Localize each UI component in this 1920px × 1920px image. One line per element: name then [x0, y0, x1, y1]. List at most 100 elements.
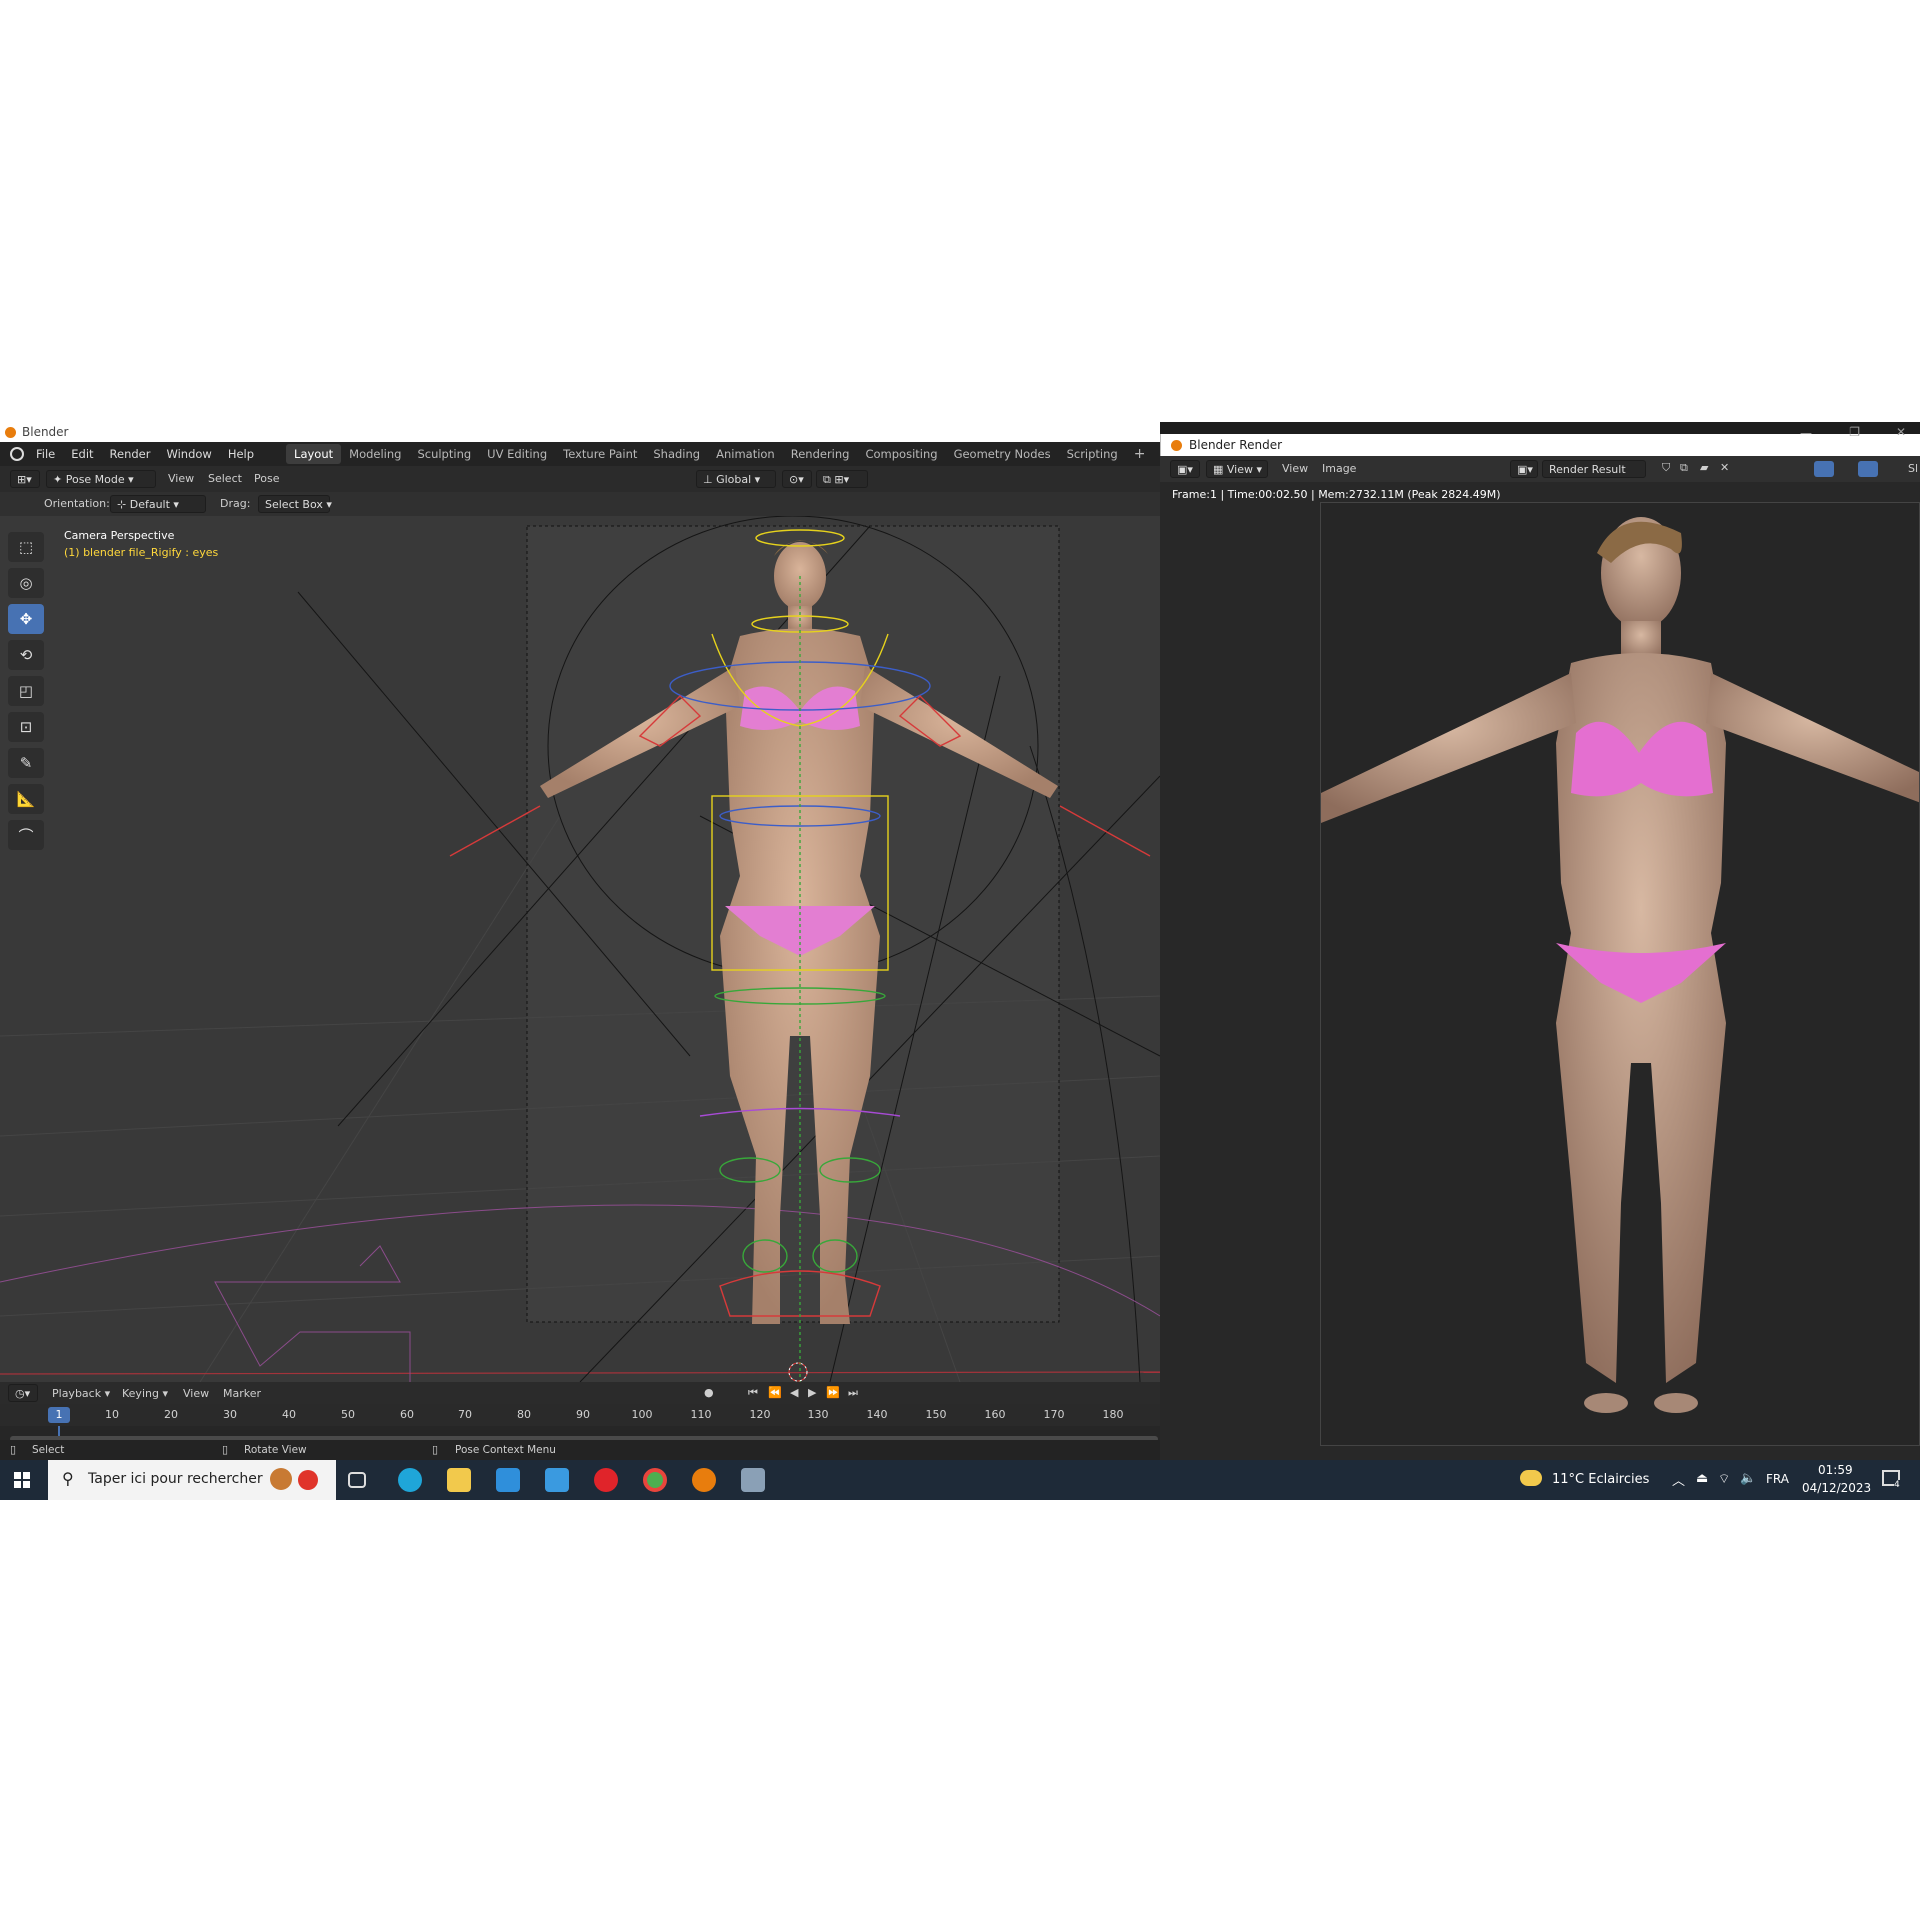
- menu-window[interactable]: Window: [162, 447, 215, 461]
- file-explorer-icon[interactable]: [447, 1468, 471, 1492]
- jump-start-icon[interactable]: ⏮: [748, 1386, 758, 1400]
- play-icon[interactable]: ▶: [808, 1386, 816, 1399]
- blender-main-window: Blender File Edit Render Window Help Lay…: [0, 422, 1160, 1460]
- timeline-menu-view[interactable]: View: [183, 1387, 209, 1400]
- blender-menu-icon[interactable]: [10, 447, 24, 461]
- orientation-label: Global: [716, 473, 752, 486]
- taskbar-search-box[interactable]: ⚲ Taper ici pour rechercher: [48, 1460, 336, 1500]
- unlink-icon[interactable]: ✕: [1720, 461, 1729, 474]
- editor-type-dropdown[interactable]: ⊞▾: [10, 470, 40, 488]
- usb-icon[interactable]: ⏏: [1696, 1471, 1708, 1486]
- edge-browser-icon[interactable]: [398, 1468, 422, 1492]
- timeline-menu-marker[interactable]: Marker: [223, 1387, 261, 1400]
- jump-keyframe-back-icon[interactable]: ⏪: [768, 1386, 782, 1399]
- tab-rendering[interactable]: Rendering: [783, 444, 858, 464]
- blender-logo-icon: [5, 427, 16, 438]
- tab-shading[interactable]: Shading: [645, 444, 708, 464]
- tab-scripting[interactable]: Scripting: [1059, 444, 1126, 464]
- viewport-scene: [0, 516, 1160, 1382]
- opera-icon[interactable]: [594, 1468, 618, 1492]
- start-windows-icon[interactable]: [14, 1472, 30, 1488]
- image-editor-type-dropdown[interactable]: ▣▾: [1170, 460, 1200, 478]
- menu-render[interactable]: Render: [106, 447, 155, 461]
- timeline-menu-playback[interactable]: Playback ▾: [52, 1387, 110, 1400]
- mail-icon[interactable]: [545, 1468, 569, 1492]
- image-name-field[interactable]: Render Result: [1542, 460, 1646, 478]
- tab-geometry-nodes[interactable]: Geometry Nodes: [946, 444, 1059, 464]
- store-icon[interactable]: [496, 1468, 520, 1492]
- tab-uv-editing[interactable]: UV Editing: [479, 444, 555, 464]
- blender-taskbar-icon[interactable]: [692, 1468, 716, 1492]
- tab-modeling[interactable]: Modeling: [341, 444, 409, 464]
- clock-date[interactable]: 04/12/2023: [1802, 1481, 1871, 1495]
- add-workspace-button[interactable]: +: [1126, 443, 1154, 465]
- render-result-image[interactable]: [1320, 502, 1920, 1446]
- rotate-tool-icon[interactable]: ⟲: [8, 640, 44, 670]
- timeline-menu-keying[interactable]: Keying ▾: [122, 1387, 168, 1400]
- jump-keyframe-forward-icon[interactable]: ⏩: [826, 1386, 840, 1399]
- tab-sculpting[interactable]: Sculpting: [409, 444, 479, 464]
- jump-end-icon[interactable]: ⏭: [848, 1386, 858, 1400]
- orientation-dropdown[interactable]: ⊹ Default ▾: [110, 495, 206, 513]
- header-menu-view[interactable]: View: [168, 472, 194, 485]
- notification-count-badge: 4: [1894, 1480, 1900, 1490]
- maximize-icon[interactable]: ❐: [1849, 425, 1860, 439]
- menu-help[interactable]: Help: [224, 447, 258, 461]
- measure-tool-icon[interactable]: 📐: [8, 784, 44, 814]
- frame-ruler[interactable]: 1 10 20 30 40 50 60 70 80 90 100 110 120…: [0, 1404, 1160, 1426]
- tab-compositing[interactable]: Compositing: [857, 444, 945, 464]
- drag-dropdown[interactable]: Select Box ▾: [258, 495, 332, 513]
- cursor-tool-icon[interactable]: ◎: [8, 568, 44, 598]
- new-image-icon[interactable]: ⧉: [1680, 461, 1688, 475]
- current-frame-indicator[interactable]: 1: [48, 1407, 70, 1423]
- select-box-tool-icon[interactable]: ⬚: [8, 532, 44, 562]
- chrome-icon[interactable]: [643, 1468, 667, 1492]
- weather-text[interactable]: 11°C Eclaircies: [1552, 1472, 1649, 1487]
- blender-render-taskbar-icon[interactable]: [741, 1468, 765, 1492]
- frame-tick: 130: [807, 1408, 829, 1421]
- search-icon: ⚲: [62, 1469, 74, 1488]
- transform-tool-icon[interactable]: ⊡: [8, 712, 44, 742]
- tray-chevron-up-icon[interactable]: ︿: [1672, 1470, 1685, 1489]
- task-view-icon[interactable]: [348, 1472, 366, 1488]
- menu-file[interactable]: File: [32, 447, 59, 461]
- frame-tick: 10: [105, 1408, 119, 1421]
- snap-toggle[interactable]: ⧉ ⊞▾: [816, 470, 868, 488]
- render-menu-view[interactable]: View: [1282, 462, 1308, 475]
- minimize-icon[interactable]: —: [1800, 426, 1812, 440]
- record-button[interactable]: ●: [704, 1386, 714, 1399]
- fake-user-icon[interactable]: ⛉: [1662, 461, 1670, 475]
- menu-edit[interactable]: Edit: [67, 447, 97, 461]
- close-icon[interactable]: ✕: [1896, 425, 1906, 439]
- annotate-tool-icon[interactable]: ✎: [8, 748, 44, 778]
- 3d-viewport[interactable]: ⬚ ◎ ✥ ⟲ ◰ ⊡ ✎ 📐 ⌒ Camera Perspective (1)…: [0, 516, 1160, 1382]
- play-reverse-icon[interactable]: ◀: [790, 1386, 798, 1399]
- search-placeholder: Taper ici pour rechercher: [88, 1471, 263, 1487]
- header-menu-pose[interactable]: Pose: [254, 472, 279, 485]
- overlay-toggle-button[interactable]: [1858, 461, 1878, 477]
- timeline-editor-type-dropdown[interactable]: ◷▾: [8, 1384, 38, 1402]
- move-tool-icon[interactable]: ✥: [8, 604, 44, 634]
- frame-tick: 170: [1043, 1408, 1065, 1421]
- tab-animation[interactable]: Animation: [708, 444, 783, 464]
- header-menu-select[interactable]: Select: [208, 472, 242, 485]
- window-titlebar: Blender: [0, 422, 1160, 442]
- render-menu-image[interactable]: Image: [1322, 462, 1356, 475]
- language-indicator[interactable]: FRA: [1766, 1472, 1789, 1486]
- image-browse-dropdown[interactable]: ▣▾: [1510, 460, 1538, 478]
- sample-tool-button[interactable]: [1814, 461, 1834, 477]
- clock-time[interactable]: 01:59: [1818, 1463, 1853, 1477]
- open-image-icon[interactable]: ▰: [1700, 461, 1708, 474]
- weather-icon[interactable]: [1520, 1470, 1542, 1486]
- network-icon[interactable]: ⌔: [1718, 1471, 1730, 1487]
- header-clipped-label: Sl: [1908, 462, 1919, 475]
- tab-layout[interactable]: Layout: [286, 444, 342, 464]
- pivot-dropdown[interactable]: ⊙▾: [782, 470, 812, 488]
- view-mode-dropdown[interactable]: ▦ View ▾: [1206, 460, 1268, 478]
- tab-texture-paint[interactable]: Texture Paint: [555, 444, 645, 464]
- mode-dropdown[interactable]: ✦ Pose Mode ▾: [46, 470, 156, 488]
- volume-icon[interactable]: 🔈: [1740, 1471, 1756, 1486]
- transform-orientation-dropdown[interactable]: ⊥ Global ▾: [696, 470, 776, 488]
- scale-tool-icon[interactable]: ◰: [8, 676, 44, 706]
- bone-envelope-tool-icon[interactable]: ⌒: [8, 820, 44, 850]
